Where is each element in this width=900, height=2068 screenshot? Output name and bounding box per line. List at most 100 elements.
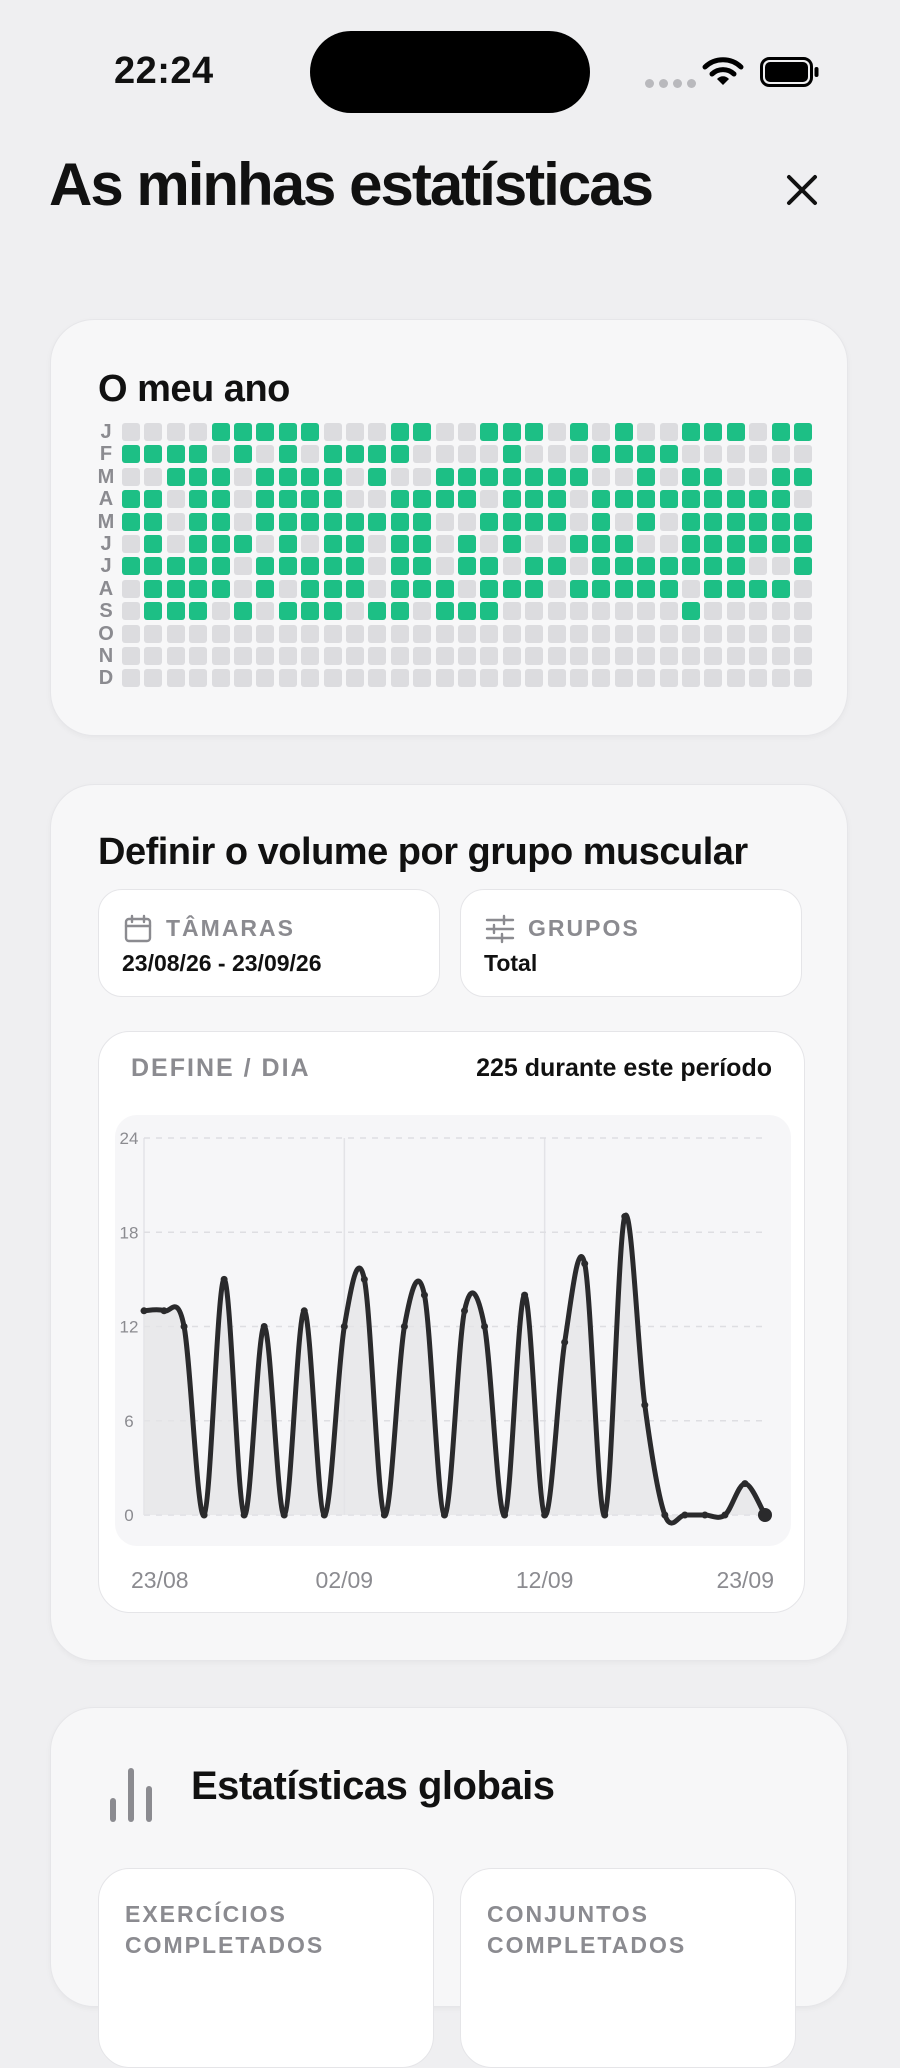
heatmap-day-cell[interactable] (659, 512, 678, 531)
heatmap-day-cell[interactable] (278, 467, 297, 486)
heatmap-day-cell[interactable] (346, 423, 364, 441)
heatmap-day-cell[interactable] (547, 624, 566, 643)
heatmap-day-cell[interactable] (211, 512, 230, 531)
heatmap-day-cell[interactable] (794, 423, 812, 441)
heatmap-day-cell[interactable] (301, 602, 320, 621)
heatmap-day-cell[interactable] (794, 669, 812, 688)
heatmap-day-cell[interactable] (346, 602, 364, 621)
heatmap-day-cell[interactable] (682, 423, 700, 441)
heatmap-day-cell[interactable] (659, 602, 678, 621)
heatmap-day-cell[interactable] (682, 669, 700, 688)
heatmap-day-cell[interactable] (502, 557, 521, 576)
heatmap-day-cell[interactable] (323, 602, 342, 621)
heatmap-day-cell[interactable] (390, 423, 409, 441)
heatmap-day-cell[interactable] (502, 490, 521, 509)
heatmap-day-cell[interactable] (122, 467, 140, 486)
heatmap-day-cell[interactable] (301, 490, 320, 509)
heatmap-day-cell[interactable] (771, 602, 790, 621)
heatmap-day-cell[interactable] (234, 647, 252, 665)
heatmap-day-cell[interactable] (122, 535, 140, 553)
heatmap-day-cell[interactable] (166, 579, 185, 598)
heatmap-day-cell[interactable] (189, 624, 208, 643)
heatmap-day-cell[interactable] (301, 647, 320, 665)
heatmap-day-cell[interactable] (211, 602, 230, 621)
heatmap-day-cell[interactable] (771, 624, 790, 643)
heatmap-day-cell[interactable] (637, 669, 656, 688)
heatmap-day-cell[interactable] (368, 535, 387, 553)
heatmap-day-cell[interactable] (122, 445, 140, 464)
heatmap-day-cell[interactable] (368, 467, 387, 486)
heatmap-day-cell[interactable] (144, 445, 163, 464)
heatmap-day-cell[interactable] (122, 602, 140, 621)
heatmap-day-cell[interactable] (570, 579, 588, 598)
heatmap-day-cell[interactable] (390, 669, 409, 688)
heatmap-day-cell[interactable] (704, 669, 723, 688)
heatmap-day-cell[interactable] (525, 467, 544, 486)
heatmap-day-cell[interactable] (256, 512, 275, 531)
heatmap-day-cell[interactable] (749, 535, 768, 553)
heatmap-day-cell[interactable] (413, 624, 432, 643)
heatmap-day-cell[interactable] (614, 535, 633, 553)
heatmap-day-cell[interactable] (794, 512, 812, 531)
heatmap-day-cell[interactable] (771, 423, 790, 441)
heatmap-day-cell[interactable] (749, 602, 768, 621)
heatmap-day-cell[interactable] (301, 557, 320, 576)
heatmap-day-cell[interactable] (704, 579, 723, 598)
heatmap-day-cell[interactable] (525, 624, 544, 643)
heatmap-day-cell[interactable] (704, 490, 723, 509)
heatmap-day-cell[interactable] (189, 535, 208, 553)
heatmap-day-cell[interactable] (704, 423, 723, 441)
heatmap-day-cell[interactable] (480, 602, 499, 621)
heatmap-day-cell[interactable] (256, 602, 275, 621)
heatmap-day-cell[interactable] (211, 669, 230, 688)
heatmap-day-cell[interactable] (301, 535, 320, 553)
heatmap-day-cell[interactable] (458, 512, 476, 531)
heatmap-day-cell[interactable] (480, 490, 499, 509)
heatmap-day-cell[interactable] (637, 602, 656, 621)
heatmap-day-cell[interactable] (346, 624, 364, 643)
heatmap-day-cell[interactable] (458, 445, 476, 464)
heatmap-day-cell[interactable] (368, 602, 387, 621)
heatmap-day-cell[interactable] (166, 602, 185, 621)
heatmap-day-cell[interactable] (144, 467, 163, 486)
heatmap-day-cell[interactable] (211, 490, 230, 509)
heatmap-day-cell[interactable] (682, 535, 700, 553)
heatmap-day-cell[interactable] (435, 423, 454, 441)
heatmap-day-cell[interactable] (144, 423, 163, 441)
heatmap-day-cell[interactable] (794, 579, 812, 598)
heatmap-day-cell[interactable] (413, 535, 432, 553)
heatmap-day-cell[interactable] (368, 669, 387, 688)
heatmap-day-cell[interactable] (435, 579, 454, 598)
heatmap-day-cell[interactable] (547, 579, 566, 598)
heatmap-day-cell[interactable] (726, 423, 745, 441)
heatmap-day-cell[interactable] (502, 579, 521, 598)
heatmap-day-cell[interactable] (390, 445, 409, 464)
heatmap-day-cell[interactable] (659, 467, 678, 486)
heatmap-day-cell[interactable] (390, 647, 409, 665)
heatmap-day-cell[interactable] (502, 669, 521, 688)
heatmap-day-cell[interactable] (480, 512, 499, 531)
heatmap-day-cell[interactable] (278, 490, 297, 509)
heatmap-day-cell[interactable] (211, 557, 230, 576)
heatmap-day-cell[interactable] (256, 490, 275, 509)
heatmap-day-cell[interactable] (614, 624, 633, 643)
heatmap-day-cell[interactable] (211, 624, 230, 643)
heatmap-day-cell[interactable] (592, 602, 611, 621)
heatmap-day-cell[interactable] (502, 512, 521, 531)
heatmap-day-cell[interactable] (346, 512, 364, 531)
heatmap-day-cell[interactable] (704, 467, 723, 486)
heatmap-day-cell[interactable] (122, 647, 140, 665)
heatmap-day-cell[interactable] (435, 557, 454, 576)
heatmap-day-cell[interactable] (323, 467, 342, 486)
heatmap-day-cell[interactable] (301, 467, 320, 486)
close-button[interactable] (774, 162, 830, 218)
heatmap-day-cell[interactable] (435, 602, 454, 621)
heatmap-day-cell[interactable] (166, 423, 185, 441)
heatmap-day-cell[interactable] (614, 490, 633, 509)
heatmap-day-cell[interactable] (480, 647, 499, 665)
heatmap-day-cell[interactable] (637, 535, 656, 553)
heatmap-day-cell[interactable] (189, 669, 208, 688)
heatmap-day-cell[interactable] (122, 557, 140, 576)
heatmap-day-cell[interactable] (637, 557, 656, 576)
heatmap-day-cell[interactable] (234, 669, 252, 688)
